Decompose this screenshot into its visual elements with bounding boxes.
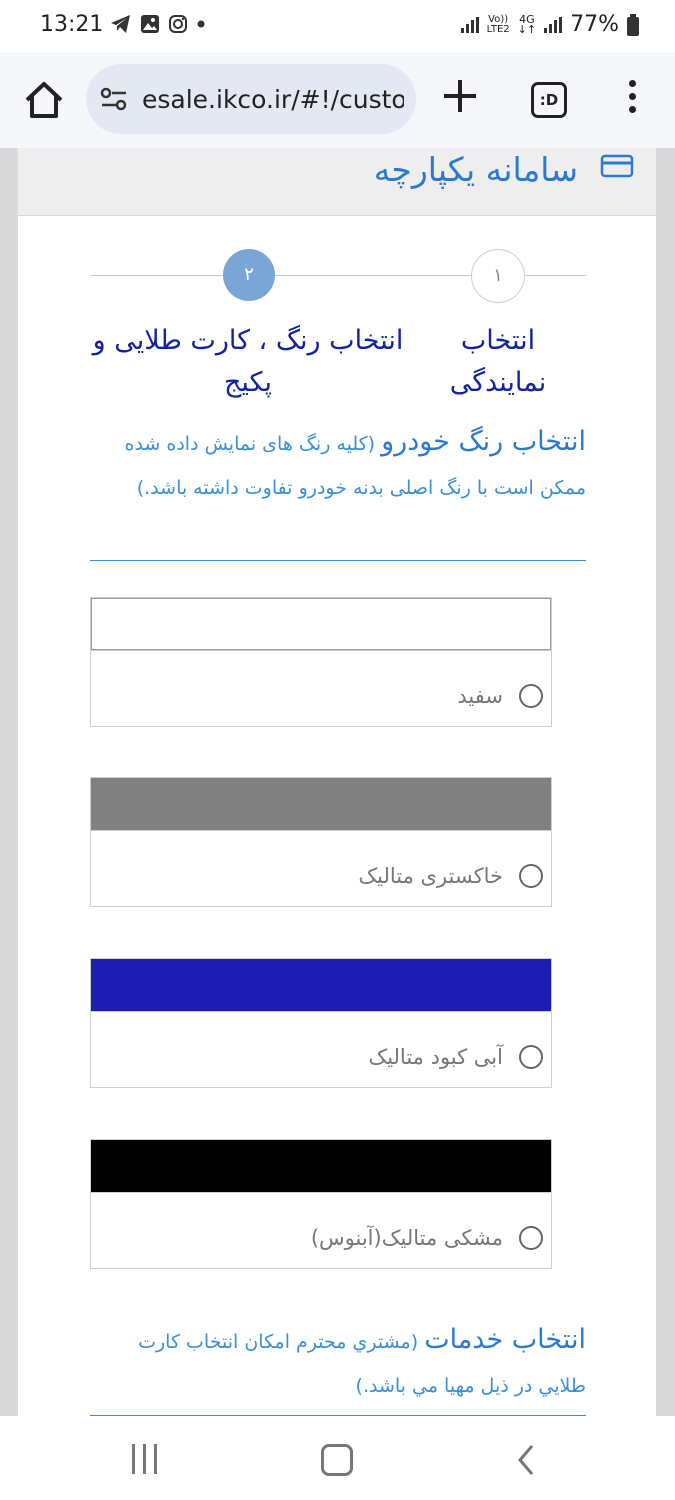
telegram-icon	[111, 15, 130, 33]
browser-toolbar: esale.ikco.ir/#!/custo :D	[0, 52, 675, 148]
url-text[interactable]: esale.ikco.ir/#!/custo	[142, 85, 404, 114]
address-bar[interactable]: esale.ikco.ir/#!/custo	[86, 64, 416, 134]
status-bar: 13:21 Vo)) LTE2 4G ↓↑ 77%	[0, 0, 675, 52]
color-name: مشکی متالیک(آبنوس)	[310, 1226, 503, 1250]
tab-switcher-button[interactable]: :D	[531, 82, 567, 118]
site-title: سامانه یکپارچه	[373, 150, 578, 189]
site-settings-icon[interactable]	[100, 86, 128, 112]
notification-icons	[110, 14, 206, 34]
color-name: سفید	[457, 684, 503, 708]
status-time: 13:21	[40, 12, 104, 37]
color-option-white[interactable]: سفید	[90, 597, 552, 727]
step-1-label: انتخاب نمایندگی	[449, 325, 547, 398]
services-section-heading: انتخاب خدمات (مشتري محترم امکان انتخاب ک…	[86, 1318, 586, 1408]
color-section-title: انتخاب رنگ خودرو	[381, 426, 586, 457]
color-name: آبی کبود متالیک	[368, 1045, 503, 1069]
color-name: خاکستری متالیک	[358, 864, 503, 888]
radio-button[interactable]	[519, 1226, 543, 1250]
status-right: Vo)) LTE2 4G ↓↑ 77%	[460, 12, 639, 37]
section-divider	[90, 560, 586, 561]
services-section-title: انتخاب خدمات	[424, 1324, 586, 1355]
home-nav-icon[interactable]	[321, 1444, 353, 1476]
step-2-label: انتخاب رنگ ، کارت طلایی و پکیج	[92, 325, 404, 398]
credit-card-icon	[600, 154, 634, 178]
signal-icon-2	[544, 16, 563, 33]
recent-apps-icon[interactable]	[132, 1444, 162, 1474]
radio-button[interactable]	[519, 1045, 543, 1069]
new-tab-button[interactable]	[440, 76, 480, 120]
color-section-heading: انتخاب رنگ خودرو (کلیه رنگ های نمایش داد…	[86, 420, 586, 510]
color-option-dark-blue-metallic[interactable]: آبی کبود متالیک	[90, 958, 552, 1088]
home-icon[interactable]	[22, 78, 66, 122]
radio-button[interactable]	[519, 684, 543, 708]
data-indicator: 4G ↓↑	[517, 12, 537, 36]
color-swatch	[91, 778, 551, 830]
more-notifications-dot-icon	[197, 20, 205, 28]
color-option-black-metallic[interactable]: مشکی متالیک(آبنوس)	[90, 1139, 552, 1269]
signal-icon-1	[460, 16, 479, 33]
step-1-circle[interactable]: ۱	[471, 249, 525, 303]
color-option-gray-metallic[interactable]: خاکستری متالیک	[90, 777, 552, 907]
instagram-icon	[169, 15, 187, 33]
step-2-circle[interactable]: ۲	[223, 249, 275, 301]
web-page: سامانه یکپارچه ۱ ۲ انتخاب نمایندگی انتخا…	[18, 148, 656, 1416]
site-header: سامانه یکپارچه	[18, 148, 656, 216]
radio-button[interactable]	[519, 864, 543, 888]
plus-icon	[444, 80, 476, 112]
battery-icon	[627, 13, 639, 36]
overflow-menu-icon[interactable]	[622, 80, 642, 120]
color-swatch	[91, 1140, 551, 1192]
color-swatch	[91, 959, 551, 1011]
color-swatch	[91, 598, 551, 650]
back-icon[interactable]	[514, 1444, 538, 1476]
battery-percent: 77%	[570, 12, 619, 37]
gallery-icon	[141, 15, 159, 33]
system-navigation-bar	[0, 1416, 675, 1500]
volte-indicator: Vo)) LTE2	[486, 13, 510, 35]
